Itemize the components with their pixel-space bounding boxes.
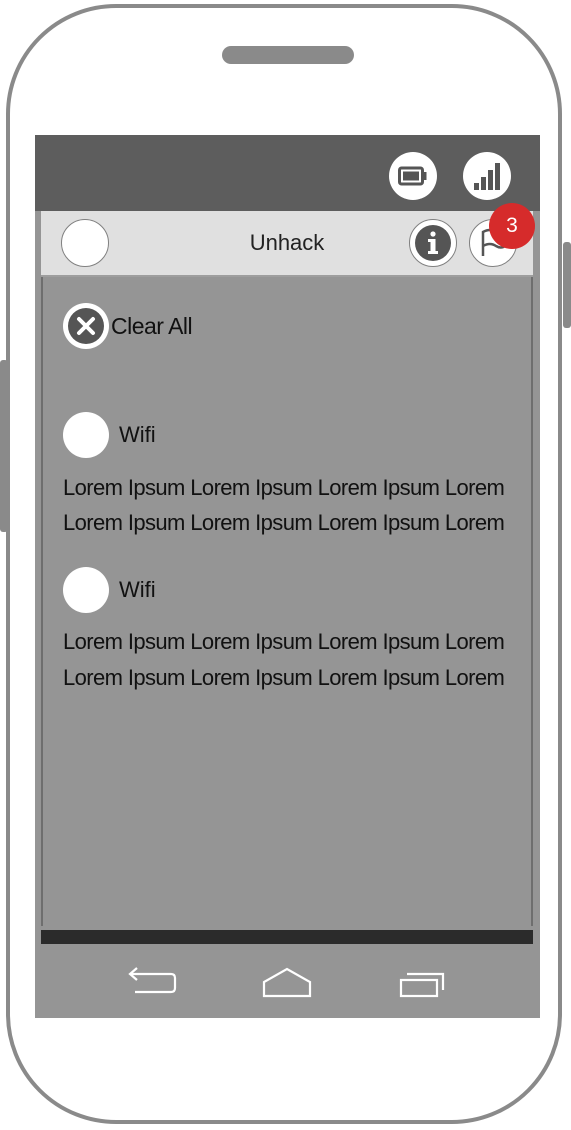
page-title: Unhack: [249, 230, 325, 255]
home-button[interactable]: [257, 964, 317, 1000]
back-button[interactable]: [121, 964, 181, 1000]
power-button: [563, 242, 571, 328]
notification-icon: [63, 412, 109, 458]
status-bar: [35, 135, 540, 211]
divider: [41, 930, 533, 944]
recent-apps-icon: [399, 972, 445, 998]
battery-icon: [389, 152, 437, 200]
info-button[interactable]: [409, 219, 457, 267]
notification-item-2[interactable]: Wifi: [63, 567, 156, 613]
info-icon: [415, 225, 451, 261]
notification-list: Clear All Wifi Lorem Ipsum Lorem Ipsum L…: [41, 277, 533, 926]
notification-text: Lorem Ipsum Lorem Ipsum Lorem Ipsum Lore…: [63, 665, 505, 690]
home-icon: [262, 967, 312, 998]
screen: Unhack 3 Clear All Wifi Lorem Ipsum Lore…: [35, 135, 540, 1018]
back-icon: [128, 967, 177, 994]
clear-all-button[interactable]: Clear All: [63, 303, 193, 349]
notification-icon: [63, 567, 109, 613]
signal-icon: [463, 152, 511, 200]
close-circle-icon: [63, 303, 109, 349]
notification-text: Lorem Ipsum Lorem Ipsum Lorem Ipsum Lore…: [63, 629, 505, 654]
notification-badge: 3: [489, 203, 535, 249]
app-bar: Unhack 3: [41, 203, 535, 277]
nav-bar: [35, 944, 540, 1018]
notification-text: Lorem Ipsum Lorem Ipsum Lorem Ipsum Lore…: [63, 475, 505, 500]
notification-text: Lorem Ipsum Lorem Ipsum Lorem Ipsum Lore…: [63, 510, 505, 535]
notification-item-1[interactable]: Wifi: [63, 412, 156, 458]
notification-title: Wifi: [119, 422, 156, 447]
speaker-grille: [222, 46, 354, 64]
recent-apps-button[interactable]: [393, 964, 453, 1000]
clear-all-label: Clear All: [111, 312, 193, 339]
volume-button: [0, 360, 8, 532]
notification-title: Wifi: [119, 577, 156, 602]
